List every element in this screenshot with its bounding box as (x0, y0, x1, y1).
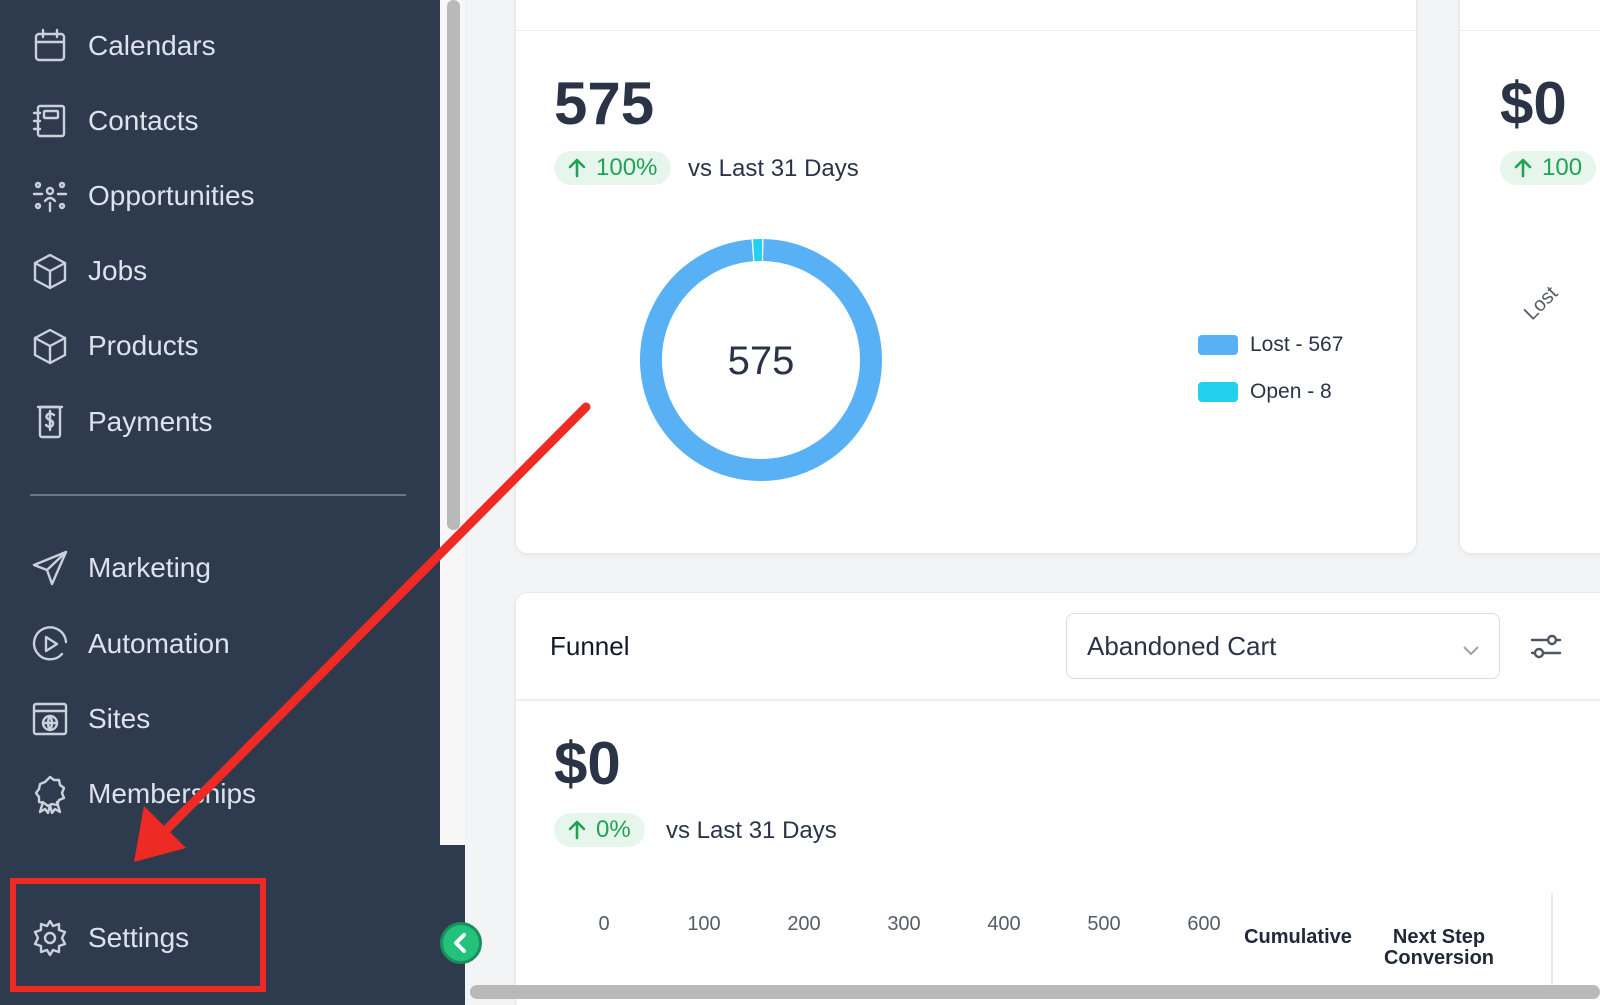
sidebar-item-label: Contacts (88, 105, 199, 136)
sidebar-item-calendars[interactable]: Calendars (28, 18, 216, 74)
delta-badge: 100% (554, 151, 672, 185)
axis-tick: 200 (787, 913, 821, 935)
opportunities-network-icon (28, 174, 72, 218)
legend-item-lost[interactable]: Lost - 567 (1198, 333, 1343, 357)
compare-text: vs Last 31 Days (688, 155, 859, 182)
calendar-icon (28, 24, 72, 68)
sidebar-item-contacts[interactable]: Contacts (28, 93, 199, 149)
column-header-cumulative: Cumulative (1244, 926, 1352, 948)
delta-value: 100% (596, 154, 658, 181)
axis-tick: 300 (887, 913, 921, 935)
arrow-up-icon (568, 820, 586, 840)
axis-tick: 600 (1187, 913, 1221, 935)
side-stat-card: $0 100 Lost (1459, 0, 1600, 554)
card-top-strip (1460, 0, 1600, 31)
funnel-select-value: Abandoned Cart (1087, 630, 1277, 661)
funnel-select[interactable]: Abandoned Cart (1066, 613, 1500, 679)
legend-swatch (1198, 382, 1238, 402)
sidebar-item-jobs[interactable]: Jobs (28, 243, 147, 299)
axis-tick: 0 (598, 913, 610, 935)
chevron-down-icon (1461, 636, 1481, 656)
funnel-header-divider (516, 699, 1600, 701)
sidebar-item-memberships[interactable]: Memberships (28, 766, 256, 822)
sidebar-item-label: Calendars (88, 30, 216, 61)
funnel-title: Funnel (550, 631, 630, 661)
legend-swatch (1198, 335, 1238, 355)
filter-settings-icon[interactable] (1528, 629, 1568, 665)
sidebar-item-products[interactable]: Products (28, 318, 199, 374)
play-circle-icon (28, 622, 72, 666)
sidebar-item-opportunities[interactable]: Opportunities (28, 168, 255, 224)
compare-text: vs Last 31 Days (666, 817, 837, 844)
sidebar-item-label: Automation (88, 628, 230, 659)
legend-item-open[interactable]: Open - 8 (1198, 380, 1332, 404)
main-content: 575 100% vs Last 31 Days 575 Lost - 567 … (465, 0, 1600, 1005)
sidebar-item-label: Payments (88, 406, 213, 437)
card-top-strip (516, 0, 1416, 31)
delta-badge: 100 (1500, 151, 1597, 185)
horizontal-scrollbar-thumb[interactable] (470, 985, 1600, 999)
axis-tick: 100 (687, 913, 721, 935)
annotation-highlight-box (10, 878, 266, 992)
sidebar: Calendars Contacts Opportunities Jobs Pr… (0, 0, 440, 1005)
sidebar-item-label: Sites (88, 703, 151, 734)
sidebar-divider (30, 494, 406, 496)
sidebar-item-label: Marketing (88, 552, 211, 583)
collapse-sidebar-button[interactable] (440, 922, 482, 964)
opportunity-status-card: 575 100% vs Last 31 Days 575 Lost - 567 … (515, 0, 1417, 554)
box-icon (28, 324, 72, 368)
send-icon (28, 546, 72, 590)
axis-tick: 400 (987, 913, 1021, 935)
sidebar-item-payments[interactable]: Payments (28, 394, 213, 450)
funnel-card: Funnel Abandoned Cart $0 0% vs Last 31 D… (515, 592, 1600, 1005)
column-separator (1551, 893, 1553, 993)
delta-value: 100 (1542, 154, 1583, 181)
sidebar-item-label: Memberships (88, 778, 257, 809)
globe-window-icon (28, 697, 72, 741)
receipt-dollar-icon (28, 400, 72, 444)
sidebar-item-sites[interactable]: Sites (28, 691, 150, 747)
delta-badge: 0% (554, 813, 645, 847)
opportunity-total-value: 575 (554, 70, 655, 137)
award-badge-icon (28, 772, 72, 816)
vertical-scrollbar-thumb[interactable] (447, 0, 460, 530)
column-header-next-step-conversion: Next Step Conversion (1383, 926, 1495, 969)
arrow-up-icon (568, 158, 586, 178)
chevron-left-icon (454, 933, 466, 953)
sidebar-item-automation[interactable]: Automation (28, 616, 230, 672)
side-card-value: $0 (1500, 70, 1567, 137)
box-icon (28, 249, 72, 293)
legend-label: Open - 8 (1250, 380, 1332, 403)
donut-center-value: 575 (727, 339, 795, 383)
sidebar-item-label: Products (88, 330, 199, 361)
sidebar-item-label: Jobs (88, 255, 148, 286)
funnel-value: $0 (554, 730, 621, 797)
delta-value: 0% (596, 816, 631, 843)
contacts-book-icon (28, 99, 72, 143)
chart-axis-label: Lost (1520, 282, 1563, 325)
sidebar-item-marketing[interactable]: Marketing (28, 540, 211, 596)
sidebar-item-label: Opportunities (88, 180, 255, 211)
arrow-up-icon (1514, 158, 1532, 178)
legend-label: Lost - 567 (1250, 333, 1344, 356)
axis-tick: 500 (1087, 913, 1121, 935)
